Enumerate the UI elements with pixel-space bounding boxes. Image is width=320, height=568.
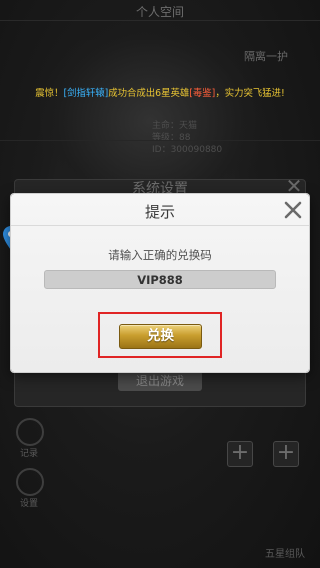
profile-tag-label: 隔离一护 [244,50,288,63]
dialog-title: 提示 [144,203,175,221]
marquee-middle: 成功合成出6星英雄 [108,88,190,99]
header-divider [0,20,320,21]
redeem-code-dialog: 提示 请输入正确的兑换码 兑换 [11,194,309,372]
close-icon[interactable] [281,198,305,222]
add-hero-slot-plus-icon[interactable]: + [227,441,253,467]
redeem-button[interactable]: 兑换 [119,324,202,349]
settings-label: 设置 [20,499,39,509]
marquee-player-name: [剑指轩辕] [63,88,109,99]
team-corner-label[interactable]: 五星组队 [265,545,305,560]
marquee-prefix: 震惊！ [35,88,64,99]
announcement-marquee: 震惊！[剑指轩辕]成功合成出6星英雄[毒鉴]，实力突飞猛进! [0,87,320,101]
add-hero-slot-plus-icon[interactable]: + [273,441,299,467]
redeem-code-input[interactable] [44,270,276,289]
marquee-hero-name: [毒鉴] [189,88,216,99]
record-icon[interactable] [16,418,44,446]
settings-close-icon[interactable]: ✕ [284,176,304,196]
redeem-prompt-text: 请输入正确的兑换码 [108,248,212,262]
record-label: 记录 [20,449,39,459]
settings-gear-icon[interactable] [16,468,44,496]
background-divider [0,140,320,141]
screen-title: 个人空间 [135,5,184,19]
profile-info-line: ID：300090880 [152,145,223,155]
marquee-suffix: ，实力突飞猛进! [215,88,285,99]
logout-button[interactable]: 退出游戏 [118,371,202,391]
